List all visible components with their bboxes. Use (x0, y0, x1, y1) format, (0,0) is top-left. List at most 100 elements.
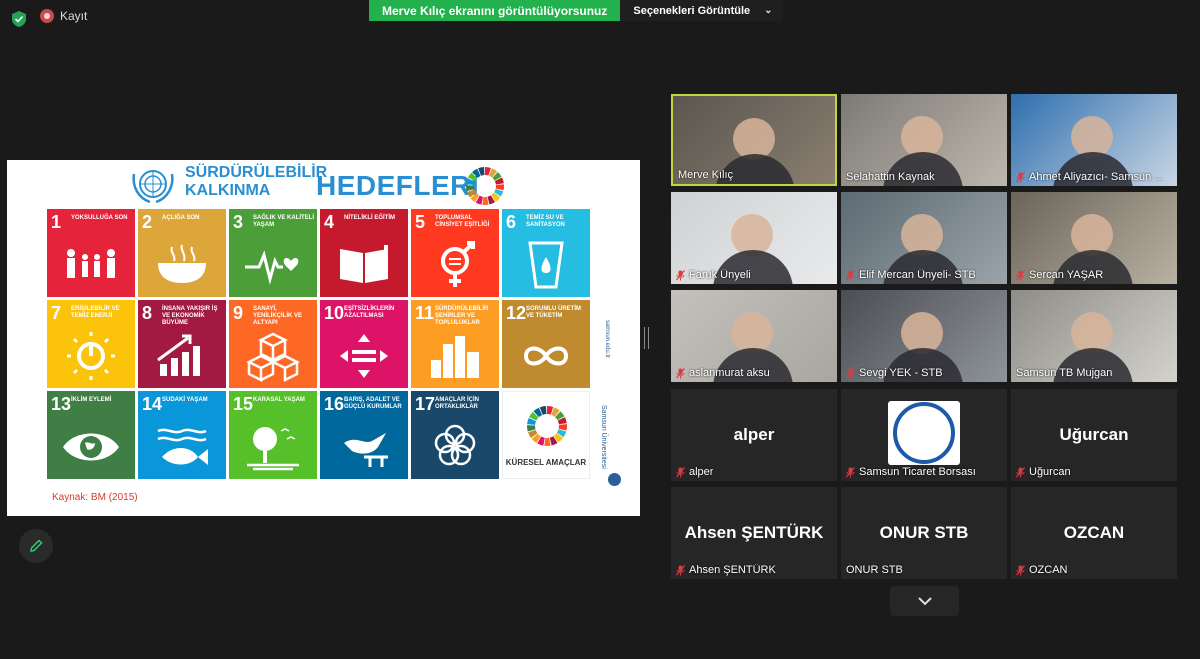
sdg-goal-tile: 17 AMAÇLAR İÇİN ORTAKLIKLAR (411, 391, 499, 479)
sdg-goal-tile: 12 SORUMLU ÜRETİM VE TÜKETİM (502, 300, 590, 388)
participant-name-label: Elif Mercan Ünyeli- STB (859, 269, 976, 281)
slide-title-sub: SÜRDÜRÜLEBİLİR KALKINMA (185, 164, 327, 200)
tree-icon (247, 427, 299, 471)
chevron-down-icon: ⌄ (764, 5, 773, 16)
goal-label: SORUMLU ÜRETİM VE TÜKETİM (526, 306, 581, 319)
view-options-button[interactable]: Seçenekleri Görüntüle ⌄ (620, 0, 783, 21)
participant-tile[interactable]: Sevgi YEK - STB (841, 290, 1007, 382)
panel-resize-handle[interactable] (644, 327, 649, 349)
security-shield-icon[interactable] (10, 10, 28, 28)
goal-label: İNSANA YAKIŞIR İŞ VE EKONOMİK BÜYÜME (162, 306, 218, 326)
mic-muted-icon (846, 367, 855, 378)
slide-source: Kaynak: BM (2015) (52, 492, 138, 503)
screen-share-banner: Merve Kılıç ekranını görüntülüyorsunuz S… (369, 0, 783, 21)
participant-name-label: Sercan YAŞAR (1029, 269, 1104, 281)
goal-number: 13 (51, 394, 72, 414)
power-icon (67, 332, 115, 380)
participant-name-label: Faruk Ünyeli (689, 269, 751, 281)
organization-logo (888, 401, 960, 465)
participant-tile[interactable]: Ahmet Aliyazıcı- Samsun ... (1011, 94, 1177, 186)
goal-number: 12 (506, 303, 527, 323)
goal-label: TEMİZ SU VE SANİTASYON (526, 215, 565, 228)
sdg-goal-tile: 2 AÇLIĞA SON (138, 209, 226, 297)
pencil-icon (30, 539, 43, 552)
city-icon (431, 336, 479, 378)
participant-name-label: Samsun Ticaret Borsası (859, 466, 976, 478)
goal-label: EŞİTSİZLİKLERİN AZALTILMASI (344, 306, 395, 319)
participant-name-label: Uğurcan (1029, 466, 1071, 478)
gallery-next-button[interactable] (890, 586, 959, 616)
sdg-goal-tile: 9 SANAYİ, YENİLİKÇİLİK VE ALTYAPI (229, 300, 317, 388)
title-line-1: SÜRDÜRÜLEBİLİR (185, 164, 328, 181)
mic-muted-icon (846, 269, 855, 280)
mic-muted-icon (676, 269, 685, 280)
fish-icon (157, 428, 208, 465)
goal-label: ERİŞİLEBİLİR VE TEMİZ ENERJİ (71, 306, 120, 319)
sdg-goal-grid: 1 YOKSULLUĞA SON 2 AÇLIĞA SON 3 SAĞLIK V… (47, 209, 590, 479)
participant-name-label: Ahsen ŞENTÜRK (689, 564, 776, 576)
participant-tile[interactable]: OZCAN OZCAN (1011, 487, 1177, 579)
title-line-2: KALKINMA (185, 182, 271, 199)
participant-name: Selahattin Kaynak (846, 171, 935, 183)
participant-tile[interactable]: Merve Kılıç (671, 94, 837, 186)
goal-label: AMAÇLAR İÇİN ORTAKLIKLAR (435, 397, 479, 410)
mic-muted-icon (846, 466, 855, 477)
wheel-segment (482, 196, 489, 205)
goal-number: 14 (142, 394, 163, 414)
sdg-goal-tile: 13 İKLİM EYLEMİ (47, 391, 135, 479)
participant-tile[interactable]: Ahsen ŞENTÜRK Ahsen ŞENTÜRK (671, 487, 837, 579)
book-icon (340, 245, 388, 283)
participant-tile[interactable]: aslanmurat aksu (671, 290, 837, 382)
side-url-text: samsun.edu.tr (604, 320, 610, 359)
water-icon (528, 241, 564, 289)
sdg-goal-tile: 16 BARIŞ, ADALET VE GÜÇLÜ KURUMLAR (320, 391, 408, 479)
family-icon (67, 249, 115, 278)
shared-screen-slide: SÜRDÜRÜLEBİLİR KALKINMA HEDEFLERİ 1 YOKS… (7, 160, 640, 516)
participant-tile[interactable]: Samsun Ticaret Borsası (841, 389, 1007, 481)
participant-name: OZCAN (1016, 564, 1068, 576)
goal-label: SAĞLIK VE KALİTELİ YAŞAM (253, 215, 315, 228)
sdg-goal-tile: 14 SUDAKİ YAŞAM (138, 391, 226, 479)
mic-muted-icon (1016, 564, 1025, 575)
participant-name-label: ONUR STB (846, 564, 903, 576)
participant-tile[interactable]: Faruk Ünyeli (671, 192, 837, 284)
participant-display-name: OZCAN (1063, 523, 1125, 542)
participant-name: Faruk Ünyeli (676, 269, 751, 281)
participant-name-label: Samsun TB Mujgan (1016, 367, 1113, 379)
goal-number: 9 (233, 303, 244, 323)
goal-label: YOKSULLUĞA SON (71, 215, 128, 221)
participant-name: Merve Kılıç (678, 169, 733, 181)
annotate-pencil-button[interactable] (19, 529, 53, 563)
participant-name-label: Sevgi YEK - STB (859, 367, 943, 379)
participant-name-label: aslanmurat aksu (689, 367, 770, 379)
mic-muted-icon (676, 466, 685, 477)
goal-number: 6 (506, 212, 517, 232)
participant-name: Sercan YAŞAR (1016, 269, 1103, 281)
university-seal-icon (608, 473, 621, 486)
heartbeat-icon (245, 250, 299, 285)
goal-label: İKLİM EYLEMİ (71, 397, 112, 403)
goal-label: TOPLUMSAL CİNSİYET EŞİTLİĞİ (435, 215, 490, 228)
global-goals-tile: KÜRESEL AMAÇLAR (502, 391, 590, 479)
participant-display-name: alper (733, 425, 775, 444)
participant-tile[interactable]: Sercan YAŞAR (1011, 192, 1177, 284)
participant-tile[interactable]: Samsun TB Mujgan (1011, 290, 1177, 382)
participant-tile[interactable]: alper alper (671, 389, 837, 481)
participant-name: Samsun Ticaret Borsası (846, 466, 976, 478)
bowl-icon (158, 244, 206, 283)
goal-number: 17 (415, 394, 436, 414)
recording-indicator[interactable]: Kayıt (40, 9, 87, 23)
participant-name: Ahmet Aliyazıcı- Samsun ... (1016, 171, 1164, 183)
equal-icon (340, 334, 388, 378)
sdg-goal-tile: 1 YOKSULLUĞA SON (47, 209, 135, 297)
participant-tile[interactable]: ONUR STB ONUR STB (841, 487, 1007, 579)
participant-name: alper (676, 466, 713, 478)
wheel-segment (558, 424, 567, 431)
participant-tile[interactable]: Selahattin Kaynak (841, 94, 1007, 186)
sdg-goal-tile: 11 SÜRDÜRÜLEBİLİR ŞEHİRLER VE TOPLULUKLA… (411, 300, 499, 388)
participant-tile[interactable]: Elif Mercan Ünyeli- STB (841, 192, 1007, 284)
participant-tile[interactable]: Uğurcan Uğurcan (1011, 389, 1177, 481)
growth-icon (157, 334, 200, 376)
wheel-segment (544, 437, 551, 446)
participant-name: aslanmurat aksu (676, 367, 770, 379)
